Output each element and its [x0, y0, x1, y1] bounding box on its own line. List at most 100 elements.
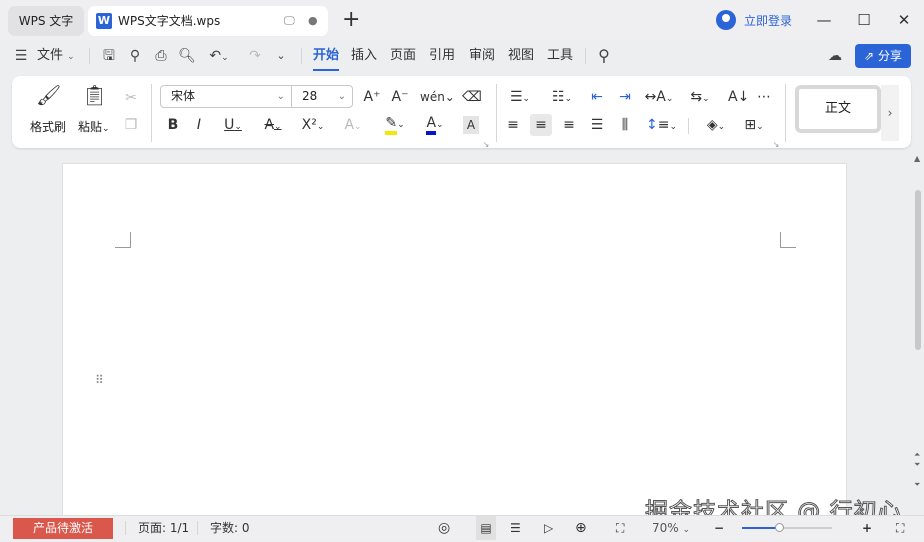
- divider: [151, 84, 152, 142]
- text-direction-icon[interactable]: ⇆⌄: [686, 88, 714, 108]
- superscript-icon[interactable]: X²⌄: [300, 116, 326, 136]
- numbered-list-icon[interactable]: ☷⌄: [548, 88, 576, 108]
- status-bar: 产品待激活 页面: 1/1 字数: 0 ◎ ▤ ☰ ▷ ⊕ ⛶ 70% ⌄ − …: [0, 515, 924, 540]
- align-right-icon[interactable]: ≡: [560, 116, 578, 134]
- zoom-out-button[interactable]: −: [714, 516, 724, 540]
- cloud-upload-icon[interactable]: ☁: [826, 42, 844, 70]
- increase-font-size-icon[interactable]: A⁺: [362, 88, 382, 106]
- next-page-icon[interactable]: ⏷: [914, 480, 920, 490]
- eye-protection-icon[interactable]: ◎: [438, 516, 450, 540]
- document-page[interactable]: ⠿: [62, 163, 847, 523]
- monitor-icon[interactable]: 🖵: [284, 6, 295, 36]
- search-icon[interactable]: ⚲: [595, 42, 613, 70]
- chevron-down-icon: ⌄: [276, 91, 285, 102]
- zoom-slider-thumb[interactable]: [775, 523, 784, 532]
- sort-icon[interactable]: A↓: [728, 88, 749, 106]
- web-view-icon[interactable]: ⊕: [575, 516, 587, 540]
- font-size-select[interactable]: 28 ⌄: [291, 85, 353, 108]
- margin-corner-mark: [115, 232, 131, 248]
- share-button[interactable]: ⇗ 分享: [855, 44, 911, 68]
- divider: [688, 118, 689, 134]
- tab-review[interactable]: 审阅: [469, 42, 495, 70]
- decrease-indent-icon[interactable]: ⇤: [588, 88, 606, 106]
- zoom-level-select[interactable]: 70% ⌄: [652, 516, 690, 542]
- shading-icon[interactable]: ◈⌄: [702, 116, 730, 136]
- zoom-slider-fill: [742, 527, 779, 529]
- clear-format-icon[interactable]: ⌫: [462, 88, 482, 106]
- font-dialog-launcher-icon[interactable]: ↘: [482, 136, 490, 154]
- align-left-icon[interactable]: ≡: [504, 116, 522, 134]
- copy-icon[interactable]: ❐: [122, 116, 140, 134]
- play-icon[interactable]: ▷: [544, 516, 553, 540]
- character-spacing-icon[interactable]: ↔A⌄: [644, 88, 674, 108]
- distributed-align-icon[interactable]: ⫼: [616, 116, 634, 134]
- drag-handle-icon[interactable]: ⠿: [95, 374, 104, 386]
- style-normal[interactable]: 正文: [795, 85, 881, 133]
- page-view-icon[interactable]: ▤: [476, 516, 496, 540]
- minimize-button[interactable]: —: [812, 8, 836, 32]
- paragraph-dialog-launcher-icon[interactable]: ↘: [772, 136, 780, 154]
- tab-tools[interactable]: 工具: [547, 42, 573, 70]
- fit-page-icon[interactable]: ⛶: [616, 516, 624, 540]
- styles-next-icon[interactable]: ›: [881, 85, 899, 141]
- prev-page-icon[interactable]: ⏶ ⏷: [914, 450, 920, 470]
- vertical-scrollbar[interactable]: ▲ ⏶ ⏷ ⏷: [912, 150, 924, 515]
- page-count: 页面: 1/1: [138, 521, 190, 535]
- align-center-icon[interactable]: ≡: [530, 114, 552, 136]
- redo-button[interactable]: ↷: [246, 42, 264, 70]
- bold-icon[interactable]: B: [164, 116, 182, 134]
- font-color-icon[interactable]: A⌄: [420, 114, 450, 135]
- scrollbar-thumb[interactable]: [915, 190, 921, 350]
- divider: [785, 84, 786, 142]
- file-menu-label: 文件: [37, 48, 64, 63]
- cut-icon[interactable]: ✂: [122, 89, 140, 107]
- close-button[interactable]: ✕: [892, 8, 916, 32]
- text-effect-icon[interactable]: A⌄: [340, 116, 366, 136]
- justify-icon[interactable]: ☰: [588, 116, 606, 134]
- more-chevron-icon[interactable]: ⌄: [274, 42, 288, 70]
- decrease-font-size-icon[interactable]: A⁻: [390, 88, 410, 106]
- tab-references[interactable]: 引用: [429, 42, 455, 70]
- format-painter-button[interactable]: 格式刷: [30, 118, 66, 135]
- word-count[interactable]: 字数: 0: [210, 516, 250, 540]
- line-spacing-icon[interactable]: ↕≡⌄: [646, 116, 677, 136]
- tab-home[interactable]: 开始: [313, 42, 340, 71]
- app-tab[interactable]: WPS 文字: [8, 6, 84, 36]
- undo-button[interactable]: ↶⌄: [206, 42, 232, 72]
- fullscreen-icon[interactable]: ⛶: [896, 516, 904, 540]
- tab-view[interactable]: 视图: [508, 42, 534, 70]
- zoom-in-button[interactable]: +: [862, 516, 872, 540]
- share-link-icon[interactable]: ⚲: [126, 42, 144, 70]
- document-tab[interactable]: W WPS文字文档.wps 🖵 ●: [88, 6, 328, 36]
- save-icon[interactable]: 🖫: [100, 42, 118, 70]
- show-marks-icon[interactable]: ⋯: [755, 88, 773, 106]
- new-tab-button[interactable]: +: [342, 8, 360, 32]
- strikethrough-icon[interactable]: A⌄: [260, 116, 286, 136]
- scroll-up-icon[interactable]: ▲: [914, 154, 920, 163]
- underline-icon[interactable]: U⌄: [220, 116, 246, 136]
- margin-corner-mark: [780, 232, 796, 248]
- login-button[interactable]: 立即登录: [716, 10, 792, 30]
- paste-button[interactable]: 粘贴⌄: [78, 118, 110, 135]
- print-preview-icon[interactable]: 🔍︎: [178, 42, 196, 70]
- character-shading-icon[interactable]: A: [463, 116, 479, 134]
- file-menu[interactable]: 文件 ⌄: [37, 42, 75, 71]
- print-icon[interactable]: ⎙: [152, 42, 170, 70]
- hamburger-icon[interactable]: ☰: [14, 42, 28, 70]
- zoom-level: 70%: [652, 521, 679, 535]
- zoom-slider[interactable]: [742, 523, 832, 532]
- outline-view-icon[interactable]: ☰: [510, 516, 521, 540]
- italic-icon[interactable]: I: [190, 116, 208, 134]
- borders-icon[interactable]: ⊞⌄: [740, 116, 768, 136]
- maximize-button[interactable]: ☐: [852, 8, 876, 32]
- increase-indent-icon[interactable]: ⇥: [616, 88, 634, 106]
- tab-page[interactable]: 页面: [390, 42, 416, 70]
- activate-product-button[interactable]: 产品待激活: [13, 518, 113, 539]
- tab-insert[interactable]: 插入: [351, 42, 377, 70]
- phonetic-guide-icon[interactable]: wén⌄: [420, 88, 455, 106]
- highlight-color-icon[interactable]: ✎⌄: [380, 114, 410, 135]
- bullet-list-icon[interactable]: ☰⌄: [506, 88, 534, 108]
- font-name-select[interactable]: 宋体 ⌄: [160, 85, 292, 108]
- avatar-icon: [716, 10, 736, 30]
- document-tab-title: WPS文字文档.wps: [118, 14, 221, 28]
